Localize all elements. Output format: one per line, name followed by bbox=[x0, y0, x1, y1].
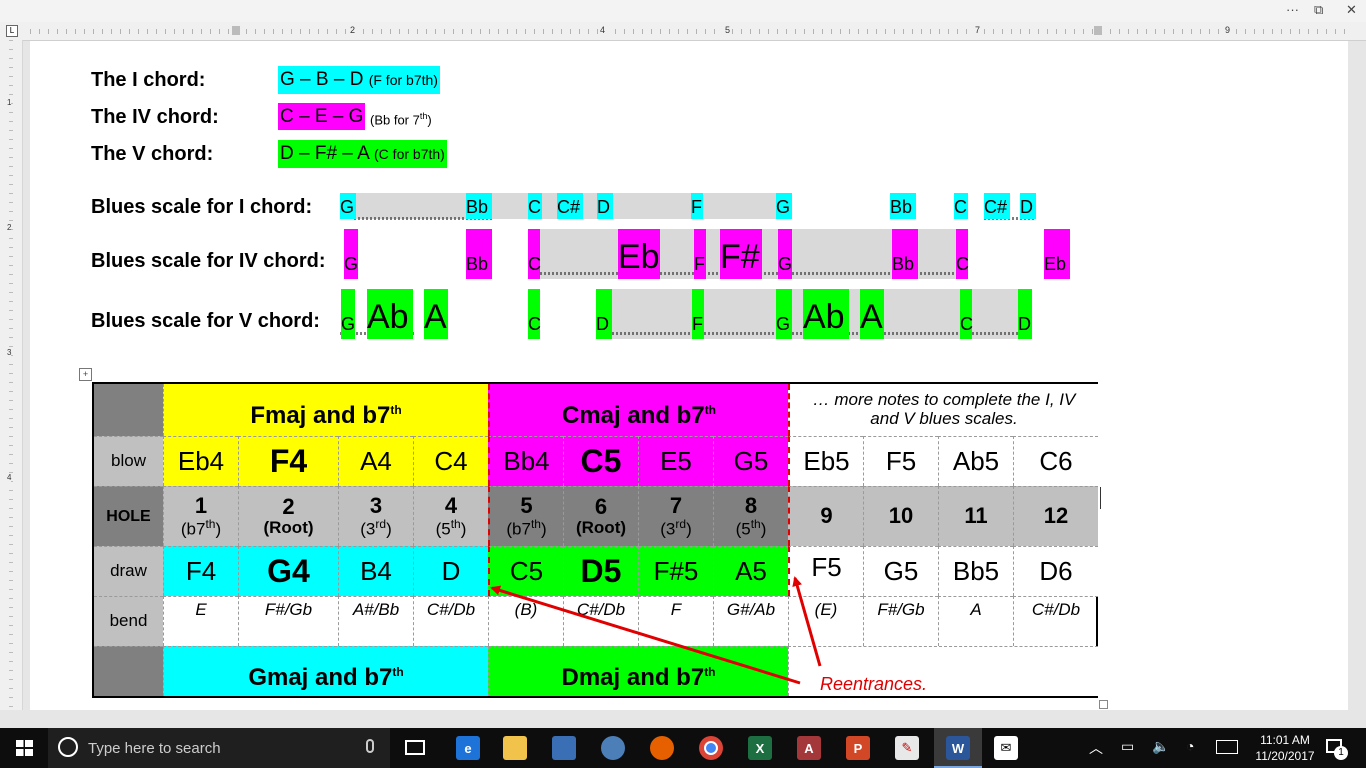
ruler-number: 9 bbox=[1223, 25, 1233, 35]
vertical-ruler[interactable]: 1 2 3 4 bbox=[0, 40, 23, 710]
arrow-to-hole-5 bbox=[490, 585, 801, 685]
horizontal-ruler[interactable]: L 2 4 5 7 9 bbox=[0, 22, 1366, 41]
edge-browser-icon[interactable]: e bbox=[456, 736, 480, 760]
access-icon[interactable]: A bbox=[797, 736, 821, 760]
clock-time: 11:01 AM bbox=[1260, 733, 1310, 747]
more-options-icon[interactable]: ··· bbox=[1286, 2, 1299, 17]
volume-icon[interactable]: 🔈 bbox=[1152, 738, 1169, 755]
right-margin-marker[interactable] bbox=[1094, 26, 1102, 35]
notification-count-badge: 1 bbox=[1334, 746, 1348, 760]
word-icon: W bbox=[946, 736, 970, 760]
search-placeholder: Type here to search bbox=[88, 740, 221, 757]
store-icon[interactable] bbox=[552, 736, 576, 760]
network-app-icon[interactable] bbox=[601, 736, 625, 760]
cortana-circle-icon bbox=[58, 737, 78, 757]
chrome-icon[interactable] bbox=[699, 736, 723, 760]
wifi-icon[interactable]: ◔ bbox=[1186, 738, 1194, 754]
excel-icon[interactable]: X bbox=[748, 736, 772, 760]
ruler-ticks bbox=[9, 40, 13, 710]
reentrances-annotation: Reentrances. bbox=[820, 674, 928, 694]
clock-date: 11/20/2017 bbox=[1255, 749, 1315, 763]
ruler-number: 5 bbox=[723, 25, 733, 35]
taskbar: Type here to search e X A P ✎ W ✉ ︿ ▭ 🔈 … bbox=[0, 728, 1366, 768]
text-cursor bbox=[1100, 487, 1101, 509]
ruler-number: 2 bbox=[7, 223, 12, 232]
restore-icon[interactable]: ⧉ bbox=[1314, 2, 1323, 18]
arrow-to-hole-9 bbox=[792, 576, 822, 667]
mail-icon[interactable]: ✉ bbox=[994, 736, 1018, 760]
tab-selector-icon[interactable]: L bbox=[6, 25, 18, 37]
paint-icon[interactable]: ✎ bbox=[895, 736, 919, 760]
reentrance-arrows bbox=[490, 576, 822, 685]
window-title-bar: ··· ⧉ ✕ bbox=[0, 0, 1366, 22]
table-resize-handle-icon[interactable] bbox=[1099, 700, 1108, 709]
close-icon[interactable]: ✕ bbox=[1346, 2, 1357, 18]
ruler-ticks bbox=[30, 29, 1346, 34]
document-page[interactable]: The I chord: G – B – D (F for b7th) The … bbox=[30, 41, 1348, 710]
search-box[interactable]: Type here to search bbox=[48, 728, 390, 768]
file-explorer-icon[interactable] bbox=[503, 736, 527, 760]
powerpoint-icon[interactable]: P bbox=[846, 736, 870, 760]
task-view-icon[interactable] bbox=[405, 740, 425, 755]
ruler-number: 4 bbox=[7, 473, 12, 482]
clock[interactable]: 11:01 AM 11/20/2017 bbox=[1254, 732, 1316, 764]
windows-start-icon[interactable] bbox=[16, 740, 33, 756]
microphone-icon[interactable] bbox=[366, 739, 374, 753]
ruler-number: 1 bbox=[7, 98, 12, 107]
ruler-number: 4 bbox=[598, 25, 608, 35]
firefox-icon[interactable] bbox=[650, 736, 674, 760]
show-hidden-icons-chevron-icon[interactable]: ︿ bbox=[1089, 738, 1103, 758]
ruler-number: 2 bbox=[348, 25, 358, 35]
ruler-number: 3 bbox=[7, 348, 12, 357]
battery-icon[interactable]: ▭ bbox=[1121, 738, 1134, 755]
word-taskbar-button[interactable]: W bbox=[934, 728, 982, 768]
keyboard-icon[interactable] bbox=[1216, 740, 1238, 754]
ruler-number: 7 bbox=[973, 25, 983, 35]
indent-marker[interactable] bbox=[232, 26, 240, 35]
